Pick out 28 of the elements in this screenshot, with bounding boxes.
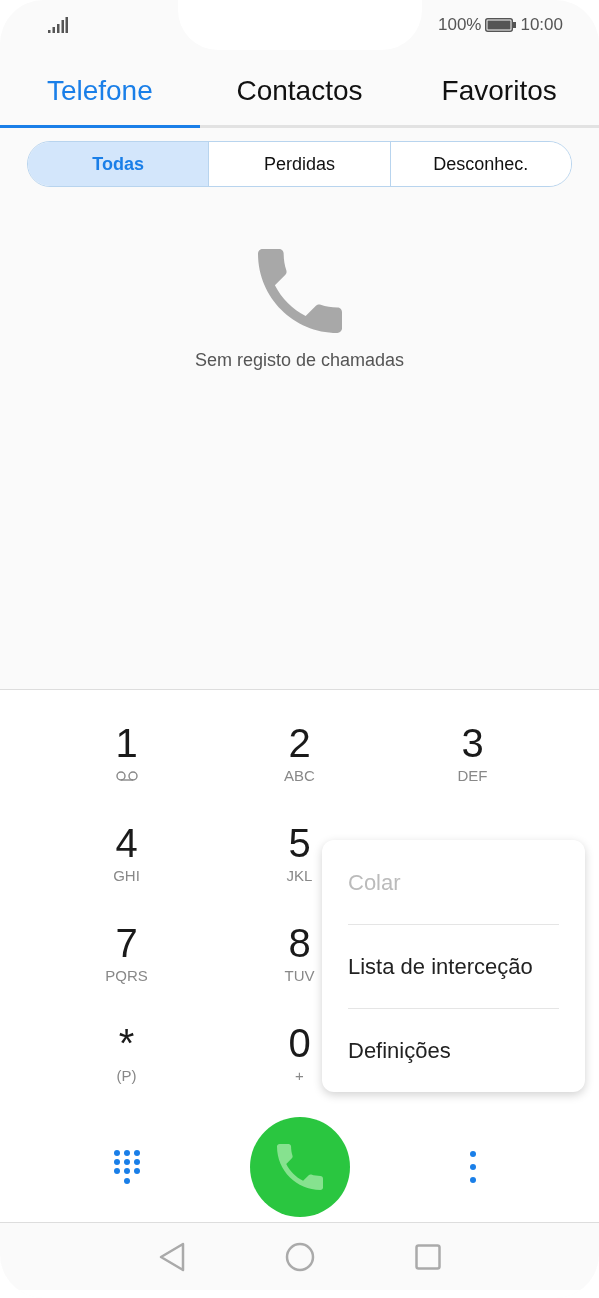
filter-segment[interactable]: Perdidas [208, 142, 390, 186]
dial-key[interactable]: 0 + [254, 1020, 345, 1098]
tab[interactable]: Favoritos [399, 50, 599, 125]
dial-key[interactable]: 4 GHI [81, 820, 172, 898]
phone-icon [276, 1144, 323, 1190]
dial-key[interactable]: 7 PQRS [81, 920, 172, 998]
dial-key[interactable]: 1 [81, 720, 172, 798]
empty-call-log-message: Sem registo de chamadas [194, 349, 405, 372]
tab[interactable]: Contactos [199, 50, 400, 125]
home-icon[interactable] [284, 1241, 315, 1272]
dial-key[interactable]: 3 DEF [427, 720, 518, 798]
clock-time: 10:00 [520, 14, 563, 37]
dialpad-icon[interactable] [113, 1150, 140, 1184]
dial-key[interactable]: 5 JKL [254, 820, 345, 898]
signal-icon [48, 17, 68, 33]
back-icon[interactable] [158, 1241, 185, 1272]
dial-key[interactable]: * (P) [81, 1020, 172, 1098]
dial-key[interactable]: 2 ABC [254, 720, 345, 798]
menu-item[interactable]: Lista de interceção [348, 924, 559, 1008]
recents-icon[interactable] [414, 1243, 441, 1270]
battery-percentage: 100% [437, 14, 482, 37]
tab[interactable]: Telefone [0, 50, 200, 125]
dial-key[interactable]: 8 TUV [254, 920, 345, 998]
battery-icon [485, 18, 517, 32]
filter-segment[interactable]: Desconhec. [389, 142, 571, 186]
menu-item[interactable]: Definições [348, 1008, 559, 1092]
phone-icon [257, 249, 342, 333]
more-options-icon[interactable] [469, 1151, 476, 1183]
